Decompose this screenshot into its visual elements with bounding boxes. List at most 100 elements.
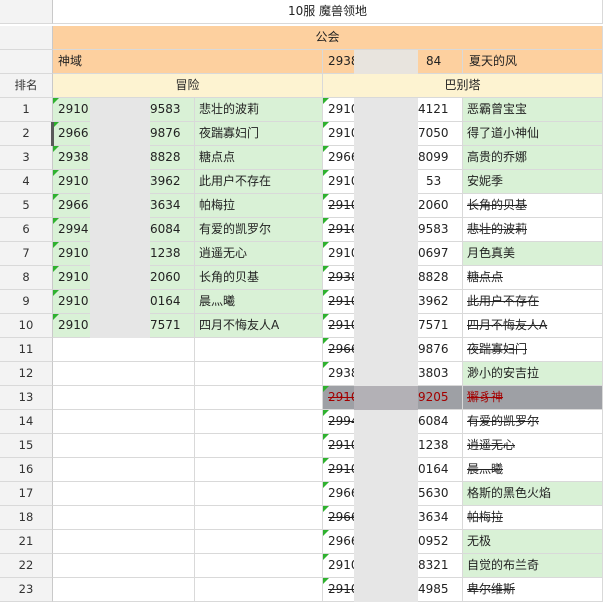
right-name-cell[interactable]: 高贵的乔娜	[463, 146, 603, 170]
rank-cell[interactable]: 13	[0, 386, 53, 410]
table-row: 14 2994 6084 有爱的凯罗尔	[0, 410, 603, 434]
left-id-cell[interactable]	[53, 530, 195, 554]
left-id-cell[interactable]	[53, 554, 195, 578]
right-name-cell[interactable]: 帕梅拉	[463, 506, 603, 530]
left-id-cell[interactable]	[53, 338, 195, 362]
left-name-cell[interactable]: 长角的贝基	[195, 266, 323, 290]
right-name-cell[interactable]: 逍遥无心	[463, 434, 603, 458]
right-name-cell[interactable]: 得了道小神仙	[463, 122, 603, 146]
left-id-cell[interactable]	[53, 506, 195, 530]
right-id-tail: 3803	[418, 366, 449, 380]
left-id-cell[interactable]	[53, 458, 195, 482]
right-id-tail: 2060	[418, 198, 449, 212]
rank-cell[interactable]: 2	[0, 122, 53, 146]
table-row: 5 2966 3634 帕梅拉 2910 2060 长角的贝基	[0, 194, 603, 218]
left-name-cell[interactable]: 有爱的凯罗尔	[195, 218, 323, 242]
left-name-cell[interactable]	[195, 410, 323, 434]
left-id-cell[interactable]	[53, 410, 195, 434]
left-name-cell[interactable]	[195, 434, 323, 458]
left-id-cell[interactable]	[53, 482, 195, 506]
left-name-cell[interactable]	[195, 362, 323, 386]
right-name-cell[interactable]: 格斯的黑色火焰	[463, 482, 603, 506]
redaction-blur	[354, 578, 418, 602]
rank-cell[interactable]: 21	[0, 530, 53, 554]
rank-cell[interactable]: 14	[0, 410, 53, 434]
redaction-blur	[354, 434, 418, 458]
right-name-cell[interactable]: 无极	[463, 530, 603, 554]
sheet-title[interactable]: 10服 魔兽领地	[53, 0, 603, 24]
rank-cell[interactable]: 3	[0, 146, 53, 170]
left-id-cell[interactable]	[53, 386, 195, 410]
row-header-blank[interactable]	[0, 26, 53, 50]
guild-header[interactable]: 公会	[53, 26, 603, 50]
left-name-cell[interactable]	[195, 554, 323, 578]
left-name-cell[interactable]	[195, 338, 323, 362]
right-name-cell[interactable]: 有爱的凯罗尔	[463, 410, 603, 434]
rank-cell[interactable]: 18	[0, 506, 53, 530]
rank-cell[interactable]: 22	[0, 554, 53, 578]
right-id-tail: 5630	[418, 486, 449, 500]
left-id-cell[interactable]	[53, 434, 195, 458]
left-name-cell[interactable]: 此用户不存在	[195, 170, 323, 194]
rank-cell[interactable]: 6	[0, 218, 53, 242]
left-name-cell[interactable]: 逍遥无心	[195, 242, 323, 266]
left-name-cell[interactable]	[195, 386, 323, 410]
rank-cell[interactable]: 23	[0, 578, 53, 602]
right-id-tail: 0164	[418, 462, 449, 476]
right-name-cell[interactable]: 獬豸神	[463, 386, 603, 410]
right-section-header[interactable]: 巴别塔	[323, 74, 603, 98]
right-name-cell[interactable]: 长角的贝基	[463, 194, 603, 218]
left-name-cell[interactable]	[195, 530, 323, 554]
row-header-blank[interactable]	[0, 50, 53, 74]
left-name-cell[interactable]: 晨灬曦	[195, 290, 323, 314]
left-id-cell[interactable]	[53, 362, 195, 386]
right-name-cell[interactable]: 悲壮的波莉	[463, 218, 603, 242]
left-name-cell[interactable]	[195, 506, 323, 530]
left-section-header[interactable]: 冒险	[53, 74, 323, 98]
right-name-cell[interactable]: 糖点点	[463, 266, 603, 290]
right-name-cell[interactable]: 渺小的安吉拉	[463, 362, 603, 386]
corner-cell[interactable]	[0, 0, 53, 24]
left-name-cell[interactable]: 帕梅拉	[195, 194, 323, 218]
right-name-cell[interactable]: 此用户不存在	[463, 290, 603, 314]
right-name-cell[interactable]: 恶霸曾宝宝	[463, 98, 603, 122]
left-id-head: 2910	[58, 246, 89, 260]
left-name-cell[interactable]: 悲壮的波莉	[195, 98, 323, 122]
left-name-cell[interactable]: 四月不悔友人A	[195, 314, 323, 338]
right-name-cell[interactable]: 月色真美	[463, 242, 603, 266]
rank-cell[interactable]: 4	[0, 170, 53, 194]
right-name-cell[interactable]: 四月不悔友人A	[463, 314, 603, 338]
right-name-cell[interactable]: 自觉的布兰奇	[463, 554, 603, 578]
rank-cell[interactable]: 9	[0, 290, 53, 314]
rank-cell[interactable]: 15	[0, 434, 53, 458]
left-name-cell[interactable]	[195, 482, 323, 506]
left-id-cell[interactable]	[53, 578, 195, 602]
left-name-cell[interactable]	[195, 578, 323, 602]
left-id-head: 2994	[58, 222, 89, 236]
table-row: 18 2966 3634 帕梅拉	[0, 506, 603, 530]
rank-cell[interactable]: 11	[0, 338, 53, 362]
left-name-cell[interactable]: 夜踹寡妇门	[195, 122, 323, 146]
rank-cell[interactable]: 10	[0, 314, 53, 338]
left-id-tail: 3634	[150, 198, 181, 212]
rank-cell[interactable]: 8	[0, 266, 53, 290]
left-name-cell[interactable]	[195, 458, 323, 482]
right-name-cell[interactable]: 安妮季	[463, 170, 603, 194]
rank-cell[interactable]: 16	[0, 458, 53, 482]
rank-header[interactable]: 排名	[0, 74, 53, 98]
rank-cell[interactable]: 17	[0, 482, 53, 506]
rank-cell[interactable]: 7	[0, 242, 53, 266]
right-name-cell[interactable]: 夜踹寡妇门	[463, 338, 603, 362]
redaction-blur	[354, 506, 418, 530]
right-name-cell[interactable]: 卑尔维斯	[463, 578, 603, 602]
left-name-cell[interactable]: 糖点点	[195, 146, 323, 170]
redaction-blur	[354, 194, 418, 218]
guild-left-name[interactable]: 神域	[53, 50, 323, 74]
rank-cell[interactable]: 12	[0, 362, 53, 386]
right-name-cell[interactable]: 晨灬曦	[463, 458, 603, 482]
rank-cell[interactable]: 1	[0, 98, 53, 122]
guild-right-name[interactable]: 夏天的风	[463, 50, 603, 74]
rank-cell[interactable]: 5	[0, 194, 53, 218]
redaction-blur	[90, 266, 150, 290]
redaction-blur	[354, 314, 418, 338]
